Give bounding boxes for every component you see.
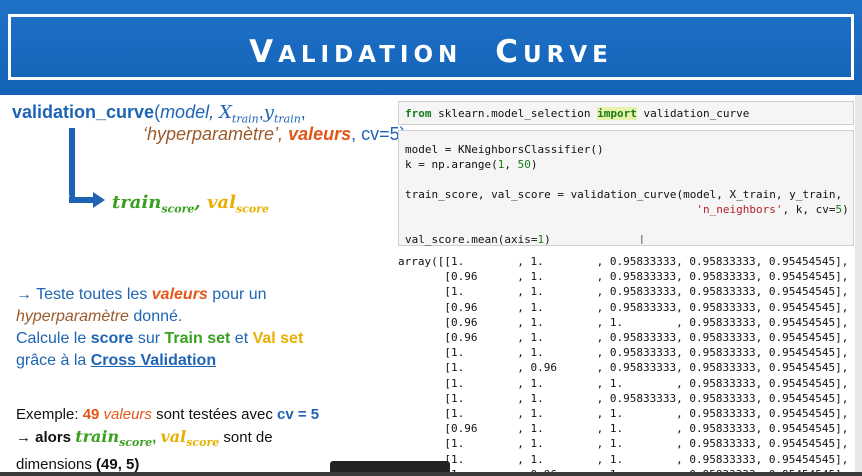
return-arrow-shaft [69, 197, 95, 203]
description: → Teste toutes les valeurs pour un hyper… [16, 286, 304, 369]
return-values: trainscore, valscore [112, 192, 269, 216]
scrollbar[interactable] [855, 95, 862, 472]
train-score-label: trainscore [112, 192, 195, 216]
arrow-head-icon [93, 192, 105, 208]
output-array: array([[1. , 1. , 0.95833333, 0.95833333… [398, 254, 854, 472]
output-line: [1. , 1. , 1. , 0.95833333, 0.95454545], [398, 407, 849, 421]
arg-xtrain: Xtrain [219, 102, 259, 126]
cell-output: array([[1. , 1. , 0.95833333, 0.95833333… [398, 254, 854, 472]
arg-model: model, [160, 102, 220, 122]
tooltip [330, 461, 450, 472]
val-score-label: valscore [206, 192, 269, 216]
main-code: model = KNeighborsClassifier() k = np.ar… [405, 143, 849, 246]
output-line: [1. , 1. , 1. , 0.95833333, 0.95454545], [398, 376, 849, 390]
code-cell-main[interactable]: model = KNeighborsClassifier() k = np.ar… [398, 130, 854, 246]
output-line: [0.96 , 1. , 0.95833333, 0.95833333, 0.9… [398, 270, 849, 284]
output-line: [0.96 , 1. , 1. , 0.95833333, 0.95454545… [398, 315, 849, 329]
header-divider [0, 92, 862, 95]
output-line: [0.96 , 1. , 0.95833333, 0.95833333, 0.9… [398, 331, 849, 345]
output-line: [0.96 , 1. , 1. , 0.95833333, 0.95454545… [398, 422, 849, 436]
title-initial-1: V [249, 21, 279, 73]
slide: Validation Curve validation_curve(model,… [0, 0, 862, 473]
function-signature-line2: ‘hyperparamètre’, valeurs, cv=5) [143, 124, 406, 145]
output-line: [1. , 1. , 0.95833333, 0.95833333, 0.954… [398, 346, 849, 360]
text-cursor-icon: I [640, 232, 644, 247]
title-rest-2: urve [523, 30, 613, 70]
output-line: [1. , 1. , 0.95833333, 0.95833333, 0.954… [398, 285, 849, 299]
output-line: [1. , 1. , 0.95833333, 0.95833333, 0.954… [398, 391, 849, 405]
import-code: from sklearn.model_selection import vali… [405, 107, 750, 120]
cross-validation-link: Cross Validation [90, 352, 217, 369]
code-cell-import[interactable]: from sklearn.model_selection import vali… [398, 101, 854, 125]
function-signature: validation_curve(model, Xtrain,ytrain, [12, 102, 306, 126]
arg-ytrain: ytrain [263, 102, 301, 126]
arg-hyperparam: ‘hyperparamètre’, [143, 124, 289, 144]
slide-header: Validation Curve [0, 0, 862, 92]
arg-valeurs: valeurs [288, 124, 352, 144]
output-line: [1. , 1. , 1. , 0.95833333, 0.95454545], [398, 452, 849, 466]
arg-comma-2: , [300, 102, 306, 122]
output-line: array([[1. , 1. , 0.95833333, 0.95833333… [398, 255, 849, 268]
output-line: [1. , 0.96 , 1. , 0.95833333, 0.95454545… [398, 467, 854, 472]
output-line: [1. , 0.96 , 0.95833333, 0.95833333, 0.9… [398, 361, 849, 375]
return-arrow-icon [69, 128, 75, 200]
score-separator: , [194, 192, 207, 213]
output-line: [1. , 1. , 1. , 0.95833333, 0.95454545], [398, 437, 849, 451]
title-initial-2: C [495, 21, 523, 73]
slide-title: Validation Curve [249, 22, 613, 73]
output-line: [0.96 , 1. , 0.95833333, 0.95833333, 0.9… [398, 300, 849, 314]
title-frame: Validation Curve [8, 14, 854, 80]
title-rest-1: alidation [278, 30, 463, 70]
example-text: Exemple: 49 valeurs sont testées avec cv… [16, 406, 320, 474]
function-name: validation_curve [12, 102, 155, 122]
